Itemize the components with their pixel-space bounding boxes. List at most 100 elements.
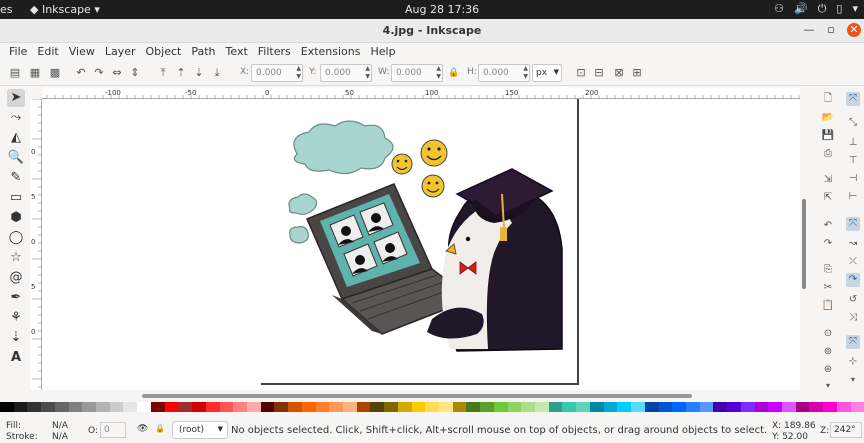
minimize-button[interactable]: — [802,23,816,37]
import-icon[interactable]: ⇲ [821,173,835,187]
palette-swatch[interactable] [13,402,28,412]
palette-swatch[interactable] [425,402,439,412]
snap-centers-icon[interactable]: ⤧ [846,335,860,349]
palette-swatch[interactable] [356,402,371,412]
calligraphy-tool-icon[interactable]: ⇣ [7,329,25,347]
save-icon[interactable]: 💾 [821,129,835,143]
palette-swatch[interactable] [521,402,536,412]
chevron-down-icon[interactable]: ▾ [846,373,860,387]
copy-icon[interactable]: ⎘ [821,263,835,277]
palette-swatch[interactable] [219,402,234,412]
close-button[interactable]: ✕ [847,23,861,37]
deselect-icon[interactable]: ▩ [48,66,62,80]
layer-select[interactable]: (root) ▼ [172,421,228,439]
palette-swatch[interactable] [480,402,494,412]
palette-swatch[interactable] [740,402,755,412]
palette-swatch[interactable] [850,402,864,412]
palette-swatch[interactable] [178,402,193,412]
palette-swatch[interactable] [727,402,741,412]
y-input[interactable]: 0.000 ▲ ▼ [320,64,372,82]
palette-swatch[interactable] [411,402,426,412]
menu-help[interactable]: Help [365,43,400,61]
palette-swatch[interactable] [562,402,577,412]
palette-swatch[interactable] [754,402,769,412]
palette-swatch[interactable] [452,402,467,412]
zoom-input[interactable]: 242° [830,422,862,438]
palette-swatch[interactable] [96,402,110,412]
palette-swatch[interactable] [370,402,385,412]
palette-swatch[interactable] [329,402,343,412]
vertical-ruler[interactable]: 0 5 0 5 0 [30,98,42,390]
palette-swatch[interactable] [192,402,206,412]
print-icon[interactable]: ⎙ [821,147,835,161]
rotate-ccw-icon[interactable]: ↶ [74,66,88,80]
palette-swatch[interactable] [288,402,302,412]
palette-swatch[interactable] [576,402,590,412]
export-icon[interactable]: ⇱ [821,191,835,205]
select-all-icon[interactable]: ▤ [8,66,22,80]
palette-swatch[interactable] [795,402,810,412]
palette-swatch[interactable] [836,402,851,412]
palette-swatch[interactable] [123,402,138,412]
maximize-button[interactable]: ▫ [824,23,838,37]
opacity-input[interactable]: 0 [100,422,126,438]
snap-bbox-edge-icon[interactable]: ⊥ [846,136,860,150]
palette-swatch[interactable] [82,402,97,412]
palette-swatch[interactable] [672,402,686,412]
palette-swatch[interactable] [685,402,700,412]
snap-bbox-midpoint-icon[interactable]: ⊣ [846,172,860,186]
snap-path-icon[interactable]: ↝ [846,237,860,251]
palette-swatch[interactable] [41,402,55,412]
spiral-tool-icon[interactable]: @ [7,269,25,287]
palette-swatch[interactable] [246,402,261,412]
palette-swatch[interactable] [397,402,412,412]
menu-view[interactable]: View [64,43,100,61]
scroll-thumb[interactable] [142,394,692,398]
color-palette[interactable] [0,402,864,412]
palette-swatch[interactable] [301,402,316,412]
zoom-page-icon[interactable]: ⊛ [821,363,835,377]
palette-swatch[interactable] [603,402,618,412]
menu-path[interactable]: Path [186,43,220,61]
transform-patterns-icon[interactable]: ⊞ [630,66,644,80]
pencil-tool-icon[interactable]: ✒ [7,289,25,307]
measure-tool-icon[interactable]: ✎ [7,169,25,187]
palette-swatch[interactable] [342,402,357,412]
w-input[interactable]: 0.000 ▲ ▼ [391,64,443,82]
h-input[interactable]: 0.000 ▲ ▼ [478,64,530,82]
text-tool-icon[interactable]: A [7,349,25,367]
horizontal-scrollbar[interactable] [42,393,800,399]
palette-swatch[interactable] [260,402,275,412]
zoom-drawing-icon[interactable]: ⊚ [821,345,835,359]
snap-bbox-icon[interactable]: ⤡ [846,116,860,130]
horizontal-ruler[interactable]: -100 -50 0 50 100 150 200 [42,87,800,99]
star-tool-icon[interactable]: ☆ [7,249,25,267]
transform-gradients-icon[interactable]: ⊠ [612,66,626,80]
eye-icon[interactable]: 👁 [137,424,148,434]
palette-swatch[interactable] [699,402,714,412]
zoom-selection-icon[interactable]: ⊙ [821,327,835,341]
scale-corners-icon[interactable]: ⊟ [592,66,606,80]
snap-smooth-icon[interactable]: ↺ [846,293,860,307]
palette-swatch[interactable] [589,402,604,412]
illustration[interactable] [42,99,800,390]
3d-box-tool-icon[interactable]: ⬢ [7,209,25,227]
palette-swatch[interactable] [164,402,179,412]
palette-swatch[interactable] [54,402,69,412]
palette-swatch[interactable] [644,402,659,412]
palette-swatch[interactable] [507,402,522,412]
palette-swatch[interactable] [439,402,453,412]
tweak-tool-icon[interactable]: ◭ [7,129,25,147]
palette-swatch[interactable] [384,402,398,412]
snap-nodes-icon[interactable]: ⤧ [846,217,860,231]
palette-swatch[interactable] [205,402,220,412]
redo-icon[interactable]: ↷ [821,237,835,251]
raise-icon[interactable]: ⇡ [174,66,188,80]
chevron-down-icon[interactable]: ▾ [821,379,835,393]
palette-swatch[interactable] [493,402,508,412]
palette-swatch[interactable] [274,402,289,412]
menu-layer[interactable]: Layer [100,43,141,61]
unit-select[interactable]: px ▼ [532,64,562,82]
lower-to-bottom-icon[interactable]: ⤓ [210,66,224,80]
snap-cusp-icon[interactable]: ↷ [846,273,860,287]
